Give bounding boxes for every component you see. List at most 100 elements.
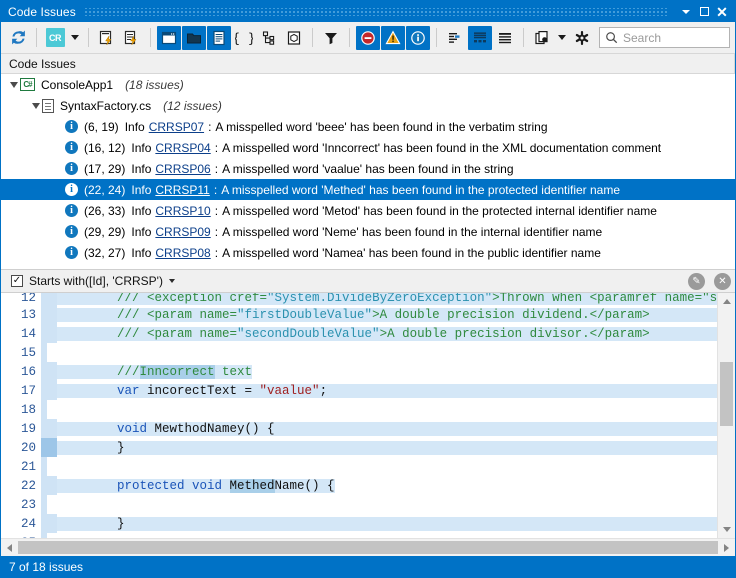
scope-braces-button[interactable]: { } — [232, 26, 256, 50]
scroll-left-button[interactable] — [1, 539, 18, 556]
severity-info-icon: i — [65, 141, 78, 154]
hscroll-track[interactable] — [18, 539, 718, 556]
issues-tree[interactable]: C# ConsoleApp1 (18 issues) SyntaxFactory… — [1, 74, 735, 270]
scope-project-button[interactable] — [182, 26, 206, 50]
issue-code-link[interactable]: CRRSP08 — [155, 246, 210, 260]
issue-separator: : — [214, 183, 217, 197]
filter-close-button[interactable]: ✕ — [714, 273, 731, 290]
issue-message: A misspelled word 'Neme' has been found … — [222, 225, 602, 239]
filter-edit-button[interactable]: ✎ — [688, 273, 705, 290]
code-preview: 12 /// <exception cref="System.DivideByZ… — [1, 293, 735, 556]
issue-code-link[interactable]: CRRSP04 — [155, 141, 210, 155]
analyze-solution-button[interactable] — [120, 26, 144, 50]
issue-row[interactable]: i(26, 33)InfoCRRSP10:A misspelled word '… — [1, 200, 735, 221]
issue-code-link[interactable]: CRRSP07 — [149, 120, 204, 134]
panel-subheader: Code Issues — [1, 54, 735, 74]
filter-dropdown-icon[interactable] — [169, 279, 175, 283]
issue-message: A misspelled word 'Namea' has been found… — [222, 246, 601, 260]
coderush-button[interactable]: CR — [43, 26, 67, 50]
code-line: 19 void MewthodNamey() { — [1, 419, 717, 438]
toolbar-separator-6 — [436, 28, 437, 47]
scope-project-icon — [185, 29, 203, 47]
group-flat-button[interactable] — [443, 26, 467, 50]
code-text: ///Inncorrect text — [57, 365, 717, 379]
issue-code-link[interactable]: CRRSP11 — [155, 183, 209, 197]
issue-row[interactable]: i(17, 29)InfoCRRSP06:A misspelled word '… — [1, 158, 735, 179]
issue-separator: : — [215, 162, 218, 176]
code-horizontal-scrollbar[interactable] — [1, 538, 735, 556]
scope-box-button[interactable] — [282, 26, 306, 50]
group-list-button[interactable] — [493, 26, 517, 50]
analyze-solution-icon — [123, 29, 141, 47]
issue-code-link[interactable]: CRRSP09 — [155, 225, 210, 239]
search-icon — [605, 31, 618, 44]
tree-node-project[interactable]: C# ConsoleApp1 (18 issues) — [1, 74, 735, 95]
file-name: SyntaxFactory.cs — [60, 99, 151, 113]
issue-position: (29, 29) — [84, 225, 125, 239]
hscroll-thumb[interactable] — [18, 541, 718, 554]
coderush-dropdown-button[interactable] — [68, 26, 82, 50]
issue-separator: : — [215, 141, 218, 155]
severity-info-toggle[interactable] — [406, 26, 430, 50]
tree-node-file[interactable]: SyntaxFactory.cs (12 issues) — [1, 95, 735, 116]
group-by-file-icon — [471, 29, 489, 47]
issue-row[interactable]: i(22, 24)InfoCRRSP11:A misspelled word '… — [1, 179, 735, 200]
project-name: ConsoleApp1 — [41, 78, 113, 92]
code-line: 21 — [1, 457, 717, 476]
code-vertical-scrollbar[interactable] — [717, 293, 735, 538]
line-number: 12 — [1, 293, 41, 305]
code-preview-body: 12 /// <exception cref="System.DivideByZ… — [1, 293, 735, 538]
code-text: /// <param name="firstDoubleValue">A dou… — [57, 308, 717, 322]
code-line: 18 — [1, 400, 717, 419]
severity-info-icon: i — [65, 246, 78, 259]
filter-button[interactable] — [319, 26, 343, 50]
refresh-button[interactable] — [6, 26, 30, 50]
refresh-icon — [10, 29, 27, 46]
scope-braces-icon: { } — [235, 29, 253, 47]
chevron-down-icon — [723, 527, 731, 532]
analyze-document-button[interactable] — [95, 26, 119, 50]
issue-message: A misspelled word 'Metod' has been found… — [222, 204, 657, 218]
issue-row[interactable]: i(6, 19)InfoCRRSP07:A misspelled word 'b… — [1, 116, 735, 137]
settings-button[interactable] — [570, 26, 594, 50]
issue-row[interactable]: i(29, 29)InfoCRRSP09:A misspelled word '… — [1, 221, 735, 242]
issue-position: (22, 24) — [84, 183, 125, 197]
scroll-right-button[interactable] — [718, 539, 735, 556]
issue-position: (32, 27) — [84, 246, 125, 260]
close-icon: ✕ — [716, 5, 728, 19]
export-button[interactable] — [530, 26, 554, 50]
code-lines[interactable]: 12 /// <exception cref="System.DivideByZ… — [1, 293, 717, 538]
severity-warning-toggle[interactable] — [381, 26, 405, 50]
export-dropdown-button[interactable] — [555, 26, 569, 50]
scope-solution-icon — [160, 29, 178, 47]
status-bar: 7 of 18 issues — [1, 556, 735, 577]
filter-enabled-checkbox[interactable]: ✓ — [11, 275, 23, 287]
window-dropdown-button[interactable] — [677, 3, 695, 21]
line-number: 15 — [1, 346, 41, 360]
project-expander[interactable] — [7, 82, 20, 88]
severity-error-toggle[interactable] — [356, 26, 380, 50]
scroll-down-button[interactable] — [718, 521, 735, 538]
filter-expression[interactable]: Starts with([Id], 'CRRSP') — [29, 274, 163, 288]
scroll-up-button[interactable] — [718, 293, 735, 310]
issue-code-link[interactable]: CRRSP10 — [155, 204, 210, 218]
issue-row[interactable]: i(32, 27)InfoCRRSP08:A misspelled word '… — [1, 242, 735, 263]
issue-row[interactable]: i(16, 12)InfoCRRSP04:A misspelled word '… — [1, 137, 735, 158]
severity-error-icon — [359, 29, 377, 47]
window-close-button[interactable]: ✕ — [713, 3, 731, 21]
code-text: /// <param name="secondDoubleValue">A do… — [57, 327, 717, 341]
scope-document-button[interactable] — [207, 26, 231, 50]
title-grip — [84, 8, 669, 16]
severity-info-icon: i — [65, 183, 78, 196]
scope-hierarchy-button[interactable] — [257, 26, 281, 50]
file-expander[interactable] — [29, 103, 42, 109]
scroll-track[interactable] — [718, 310, 735, 521]
scroll-thumb[interactable] — [720, 362, 733, 426]
scope-hierarchy-icon — [260, 29, 278, 47]
scope-solution-button[interactable] — [157, 26, 181, 50]
toolbar-separator-1 — [36, 28, 37, 47]
window-maximize-button[interactable] — [695, 3, 713, 21]
search-input[interactable]: Search — [599, 27, 730, 48]
group-by-file-button[interactable] — [468, 26, 492, 50]
issue-code-link[interactable]: CRRSP06 — [155, 162, 210, 176]
